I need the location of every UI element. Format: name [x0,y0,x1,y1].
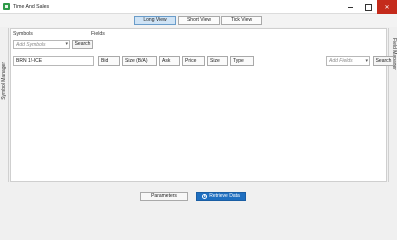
fields-header: Fields [91,31,105,37]
symbols-header: Symbols [13,31,33,37]
long-view-button[interactable]: Long View [134,16,176,25]
add-symbols-combobox[interactable]: ▾ [13,40,70,49]
chevron-down-icon[interactable]: ▾ [65,41,68,48]
field-chip-ask[interactable]: Ask [159,56,180,66]
add-symbols-input[interactable] [14,41,62,48]
field-chip-bid[interactable]: Bid [98,56,120,66]
tick-view-button[interactable]: Tick View [221,16,262,25]
field-chip-size[interactable]: Size [207,56,228,66]
search-fields-button[interactable]: Search [373,56,394,66]
field-manager-panel[interactable]: Field Manager [388,28,397,182]
maximize-button[interactable] [359,0,377,14]
search-symbols-button[interactable]: Search [72,40,93,49]
add-fields-combobox[interactable]: ▾ [326,56,370,66]
app-icon [3,3,10,10]
close-icon: ✕ [384,4,390,11]
short-view-button[interactable]: Short View [178,16,220,25]
retrieve-data-button[interactable]: Retrieve Data [196,192,246,201]
field-chip-price[interactable]: Price [182,56,205,66]
main-panel: Symbols Fields ▾ Search BRN 1!-ICE Bid S… [10,28,394,182]
footer-bar: Parameters Retrieve Data [0,183,397,208]
minimize-button[interactable] [341,0,359,14]
chevron-down-icon[interactable]: ▾ [365,57,368,65]
parameters-button[interactable]: Parameters [140,192,188,201]
retrieve-data-label: Retrieve Data [209,193,240,199]
symbol-manager-panel[interactable]: Symbol Manager [0,28,9,182]
close-button[interactable]: ✕ [377,0,397,14]
symbol-list-item[interactable]: BRN 1!-ICE [13,56,94,66]
view-toggle-bar: Long View Short View Tick View [0,14,397,27]
window-title: Time And Sales [13,4,50,10]
field-chip-type[interactable]: Type [230,56,254,66]
symbol-manager-label[interactable]: Symbol Manager [0,62,9,100]
field-chip-size-ba[interactable]: Size (B/A) [122,56,157,66]
add-fields-input[interactable] [327,57,363,65]
play-icon [202,194,208,199]
title-bar: Time And Sales ✕ [0,0,397,14]
